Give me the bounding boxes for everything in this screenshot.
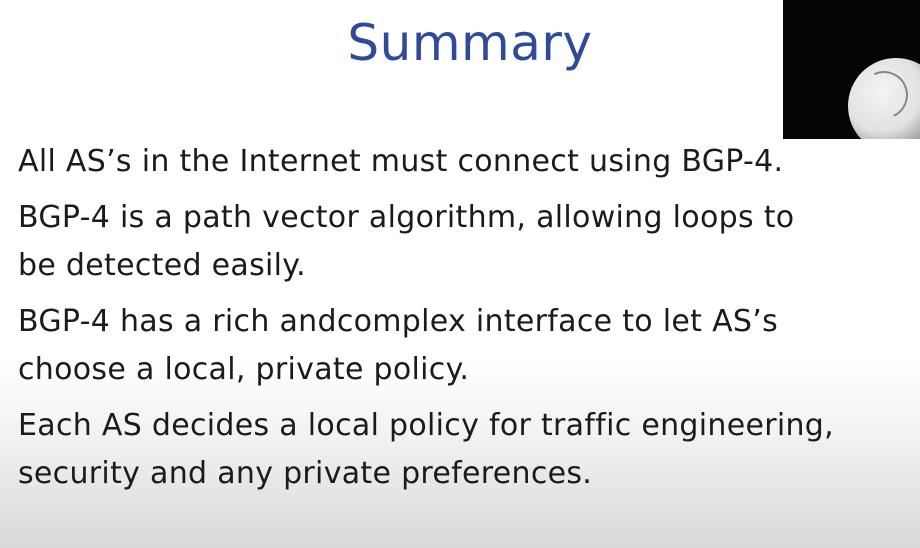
bullet-item: BGP-4 has a rich andcomplex interface to… [18, 298, 918, 394]
slide-title: Summary [347, 14, 593, 72]
webcam-feed [783, 0, 920, 139]
bullet-list: All AS’s in the Internet must connect us… [18, 138, 918, 498]
bullet-line-continued: security and any private preferences. [18, 456, 593, 491]
bullet-item: Each AS decides a local policy for traff… [18, 402, 918, 498]
bullet-line: All AS’s in the Internet must connect us… [18, 144, 784, 179]
bullet-line: BGP-4 is a path vector algorithm, allowi… [18, 200, 795, 235]
bullet-line: Each AS decides a local policy for traff… [18, 408, 834, 443]
bullet-line-continued: be detected easily. [18, 248, 306, 283]
bullet-item: BGP-4 is a path vector algorithm, allowi… [18, 194, 918, 290]
bullet-line: BGP-4 has a rich andcomplex interface to… [18, 304, 778, 339]
bullet-line-continued: choose a local, private policy. [18, 352, 470, 387]
slide: Summary All AS’s in the Internet must co… [0, 0, 920, 548]
bullet-item: All AS’s in the Internet must connect us… [18, 138, 918, 186]
